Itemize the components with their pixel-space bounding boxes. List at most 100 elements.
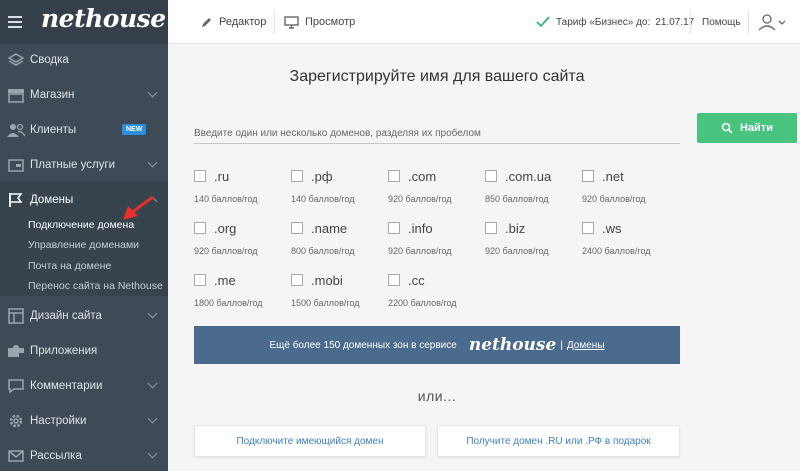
sidebar-item-apps[interactable]: Приложения [0,333,168,368]
chevron-down-icon [147,448,158,459]
editor-label: Редактор [219,16,267,28]
banner-nethouse-logo: nethouse [468,335,557,355]
zone-rf: .рф 140 баллов/год [291,169,383,214]
find-button[interactable]: Найти [697,113,797,143]
zone-checkbox[interactable] [388,170,400,182]
connect-domain-button[interactable]: Подключите имеющийся домен [194,425,426,457]
divider [274,10,275,34]
comment-icon [6,376,26,396]
zone-name: .me [214,273,236,288]
sidebar-item-label: Настройки [30,414,87,427]
red-arrow-icon [123,195,154,220]
zone-com-ua: .com.ua 850 баллов/год [485,169,577,214]
zone-name: .cc [408,273,425,288]
hamburger-menu-icon[interactable] [8,16,22,28]
zone-name: .net [602,169,624,184]
sidebar-item-label: Рассылка [30,449,82,462]
plan-date: 21.07.17 [655,16,695,28]
zone-biz: .biz 920 баллов/год [485,221,577,266]
zone-checkbox[interactable] [291,222,303,234]
zone-name: .ws [602,221,622,236]
sidebar-item-summary[interactable]: Сводка [0,42,168,77]
chevron-down-icon [147,157,158,168]
nethouse-logo[interactable]: nethouse [41,4,166,33]
sidebar-item-label: Клиенты [30,123,77,136]
zone-price: 1800 баллов/год [194,298,263,308]
monitor-icon [284,15,299,29]
sidebar-item-comments[interactable]: Комментарии [0,368,168,403]
free-domain-button[interactable]: Получите домен .RU или .РФ в подарок [437,425,680,457]
page-title: Зарегистрируйте имя для вашего сайта [289,68,585,85]
sidebar-item-label: Приложения [30,344,98,357]
zone-price: 800 баллов/год [291,246,355,256]
sidebar-item-mailing[interactable]: Рассылка [0,438,168,471]
zone-name: .name [311,221,348,236]
sidebar-header: nethouse [0,0,168,44]
zone-price: 920 баллов/год [485,246,549,256]
chevron-down-icon [147,378,158,389]
user-icon [758,14,786,31]
chevron-down-icon [147,308,158,319]
chevron-down-icon [147,87,158,98]
zone-cc: .cc 2200 баллов/год [388,273,480,318]
sidebar-item-label: Платные услуги [30,158,116,171]
zone-name: .com.ua [505,169,552,184]
domain-search-input[interactable] [194,124,680,144]
zone-me: .me 1800 баллов/год [194,273,286,318]
sidebar-item-paid-services[interactable]: Платные услуги [0,147,168,182]
zone-checkbox[interactable] [485,170,497,182]
zone-checkbox[interactable] [194,222,206,234]
zone-checkbox[interactable] [291,274,303,286]
wallet-icon [6,155,26,175]
zone-net: .net 920 баллов/год [582,169,674,214]
preview-button[interactable]: Просмотр [284,0,355,44]
zone-price: 920 баллов/год [194,246,258,256]
help-link[interactable]: Помощь [702,0,741,44]
sidebar-sub-transfer-site[interactable]: Перенос сайта на Nethouse [28,280,163,292]
zone-name: .рф [311,169,333,184]
zone-price: 1500 баллов/год [291,298,360,308]
zone-checkbox[interactable] [194,170,206,182]
user-menu[interactable] [758,0,788,44]
sidebar-item-settings[interactable]: Настройки [0,403,168,438]
banner-separator: | [560,339,563,351]
sidebar-item-clients[interactable]: Клиенты NEW [0,112,168,147]
zone-checkbox[interactable] [194,274,206,286]
zone-ru: .ru 140 баллов/год [194,169,286,214]
sidebar-item-label: Сводка [30,53,69,66]
zone-checkbox[interactable] [485,222,497,234]
divider [690,10,691,34]
puzzle-icon [6,341,26,361]
store-icon [6,85,26,105]
zone-price: 140 баллов/год [194,194,258,204]
sidebar-item-label: Магазин [30,88,75,101]
zone-ws: .ws 2400 баллов/год [582,221,674,266]
sidebar-item-label: Дизайн сайта [30,309,102,322]
sidebar-sub-manage-domains[interactable]: Управление доменами [28,239,139,251]
check-icon [536,16,550,28]
zone-price: 920 баллов/год [582,194,646,204]
zone-checkbox[interactable] [582,170,594,182]
layout-icon [6,306,26,326]
zone-checkbox[interactable] [291,170,303,182]
zone-name: .info [408,221,433,236]
sidebar-item-store[interactable]: Магазин [0,77,168,112]
zone-price: 850 баллов/год [485,194,549,204]
find-label: Найти [740,122,773,134]
zone-price: 2400 баллов/год [582,246,651,256]
zone-name: .org [214,221,237,236]
new-badge: NEW [122,124,147,135]
editor-button[interactable]: Редактор [200,0,266,44]
zone-checkbox[interactable] [388,222,400,234]
divider [748,10,749,34]
domains-link[interactable]: Домены [567,340,605,351]
zone-name-tld: .name 800 баллов/год [291,221,383,266]
zone-com: .com 920 баллов/год [388,169,480,214]
zone-name: .mobi [311,273,343,288]
sidebar-sub-domain-mail[interactable]: Почта на домене [28,260,111,272]
sidebar-item-site-design[interactable]: Дизайн сайта [0,298,168,333]
zone-checkbox[interactable] [582,222,594,234]
zone-price: 140 баллов/год [291,194,355,204]
zone-checkbox[interactable] [388,274,400,286]
zone-price: 2200 баллов/год [388,298,457,308]
